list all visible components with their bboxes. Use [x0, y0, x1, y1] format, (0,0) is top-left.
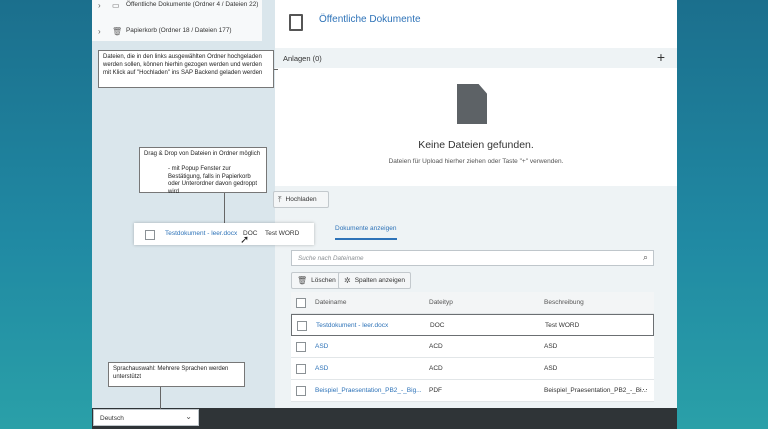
- attachments-bar: Anlagen (0) +: [275, 48, 677, 68]
- trash-icon: 🗑: [297, 276, 308, 285]
- file-description: Test WORD: [545, 322, 580, 329]
- file-name-link[interactable]: ASD: [315, 365, 328, 372]
- chevron-right-icon[interactable]: ›: [98, 1, 108, 10]
- file-name-link[interactable]: Beispiel_Praesentation_PB2_-_Big...: [315, 387, 422, 394]
- upload-button[interactable]: ⤒ Hochladen: [273, 191, 329, 208]
- document-icon: [289, 14, 303, 31]
- trash-icon: 🗑: [112, 27, 123, 36]
- language-value: Deutsch: [100, 415, 124, 422]
- add-icon[interactable]: +: [657, 49, 665, 65]
- tree-item-public-documents[interactable]: › ▭ Öffentliche Dokumente (Ordner 4 / Da…: [92, 0, 262, 22]
- column-header[interactable]: Dateityp: [429, 299, 453, 306]
- annotation-drag-detail: - mit Popup Fenster zur Bestätigung, fal…: [168, 166, 258, 195]
- chevron-right-icon[interactable]: ›: [98, 27, 108, 36]
- row-checkbox[interactable]: [296, 342, 306, 352]
- file-description: ASD: [544, 343, 558, 350]
- annotation-drag-drop: Drag & Drop von Dateien in Ordner möglic…: [139, 147, 267, 195]
- page-title: Öffentliche Dokumente: [319, 14, 421, 25]
- upload-button-label: Hochladen: [285, 196, 317, 203]
- table-header: Dateiname Dateityp Beschreibung: [291, 292, 654, 314]
- settings-icon: ✲: [344, 276, 351, 285]
- annotation-connector: [160, 387, 161, 410]
- delete-button[interactable]: 🗑 Löschen: [291, 272, 342, 289]
- row-checkbox[interactable]: [297, 321, 307, 331]
- file-icon: [457, 84, 487, 124]
- table-row[interactable]: ASD ACD ASD: [291, 358, 654, 380]
- folder-icon: ▭: [112, 1, 120, 10]
- tab-bar: en Dokumente anzeigen: [275, 222, 677, 240]
- search-placeholder: Suche nach Dateiname: [298, 255, 364, 262]
- file-type: ACD: [429, 343, 443, 350]
- row-checkbox[interactable]: [296, 386, 306, 396]
- tab-show-documents[interactable]: Dokumente anzeigen: [335, 225, 396, 232]
- file-description: Test WORD: [265, 230, 300, 237]
- annotation-language: Sprachauswahl: Mehrere Sprachen werden u…: [108, 362, 245, 387]
- tab-indicator: [335, 238, 397, 240]
- search-input[interactable]: Suche nach Dateiname ⌕: [291, 250, 654, 266]
- no-files-message: Keine Dateien gefunden.: [418, 139, 534, 151]
- file-name-link[interactable]: Testdokument - leer.docx: [316, 322, 388, 329]
- table-row[interactable]: Testdokument - leer.docx DOC Test WORD: [291, 314, 654, 336]
- row-checkbox[interactable]: [296, 364, 306, 374]
- select-all-checkbox[interactable]: [296, 298, 306, 308]
- search-icon[interactable]: ⌕: [643, 252, 648, 263]
- annotation-connector: [274, 69, 278, 70]
- mouse-cursor-icon: ➚: [240, 234, 250, 246]
- page-header: Öffentliche Dokumente: [275, 0, 677, 46]
- column-header[interactable]: Dateiname: [315, 299, 346, 306]
- tree-item-label: Papierkorb (Ordner 18 / Dateien 177): [126, 27, 232, 34]
- language-select[interactable]: Deutsch ⌄: [93, 409, 199, 426]
- file-description: Beispiel_Praesentation_PB2_-_Bi...: [544, 387, 647, 394]
- table-row[interactable]: ASD ACD ASD: [291, 336, 654, 358]
- upload-icon: ⤒: [278, 194, 282, 204]
- row-checkbox[interactable]: [145, 230, 155, 240]
- tree-item-trash[interactable]: › 🗑 Papierkorb (Ordner 18 / Dateien 177): [92, 22, 262, 41]
- table-row[interactable]: Beispiel_Praesentation_PB2_-_Big... PDF …: [291, 380, 654, 402]
- file-type: DOC: [430, 322, 445, 329]
- show-columns-label: Spalten anzeigen: [354, 277, 405, 284]
- delete-label: Löschen: [311, 277, 336, 284]
- file-description: ASD: [544, 365, 558, 372]
- file-name-link[interactable]: ASD: [315, 343, 328, 350]
- upload-dropzone[interactable]: Keine Dateien gefunden. Dateien für Uplo…: [275, 68, 677, 186]
- annotation-upload: Dateien, die in den links ausgewählten O…: [98, 50, 274, 88]
- tree-item-label: Öffentliche Dokumente (Ordner 4 / Dateie…: [126, 1, 259, 8]
- dragged-row[interactable]: Testdokument - leer.docx DOC Test WORD: [134, 223, 314, 245]
- annotation-connector: [224, 193, 225, 224]
- file-type: ACD: [429, 365, 443, 372]
- upload-hint: Dateien für Upload hierher ziehen oder T…: [388, 158, 564, 165]
- documents-pane: Öffentliche Dokumente Anlagen (0) + Kein…: [275, 0, 677, 410]
- annotation-drag-title: Drag & Drop von Dateien in Ordner möglic…: [144, 151, 261, 157]
- file-type: PDF: [429, 387, 442, 394]
- chevron-down-icon[interactable]: ⌄: [185, 412, 192, 421]
- attachments-label: Anlagen (0): [283, 54, 322, 63]
- column-header[interactable]: Beschreibung: [544, 299, 584, 306]
- more-icon[interactable]: ⋯: [639, 384, 648, 395]
- file-name-link[interactable]: Testdokument - leer.docx: [165, 230, 237, 237]
- show-columns-button[interactable]: ✲ Spalten anzeigen: [338, 272, 411, 289]
